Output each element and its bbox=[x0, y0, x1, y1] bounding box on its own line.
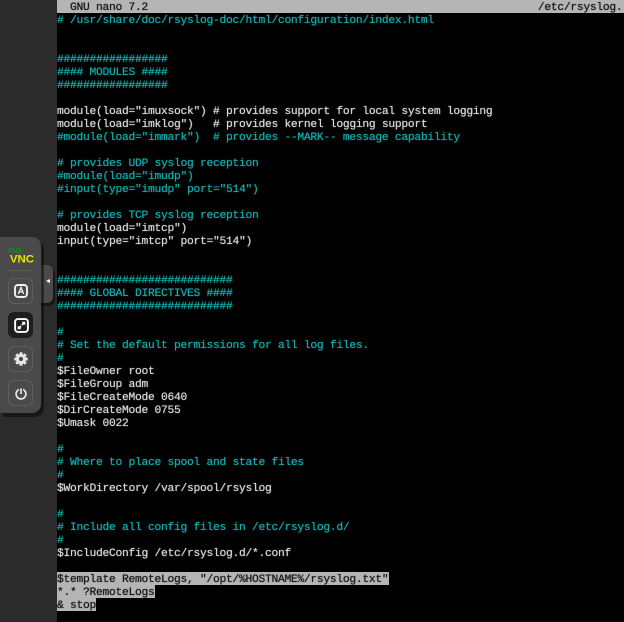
svg-text:VNC: VNC bbox=[10, 253, 35, 265]
